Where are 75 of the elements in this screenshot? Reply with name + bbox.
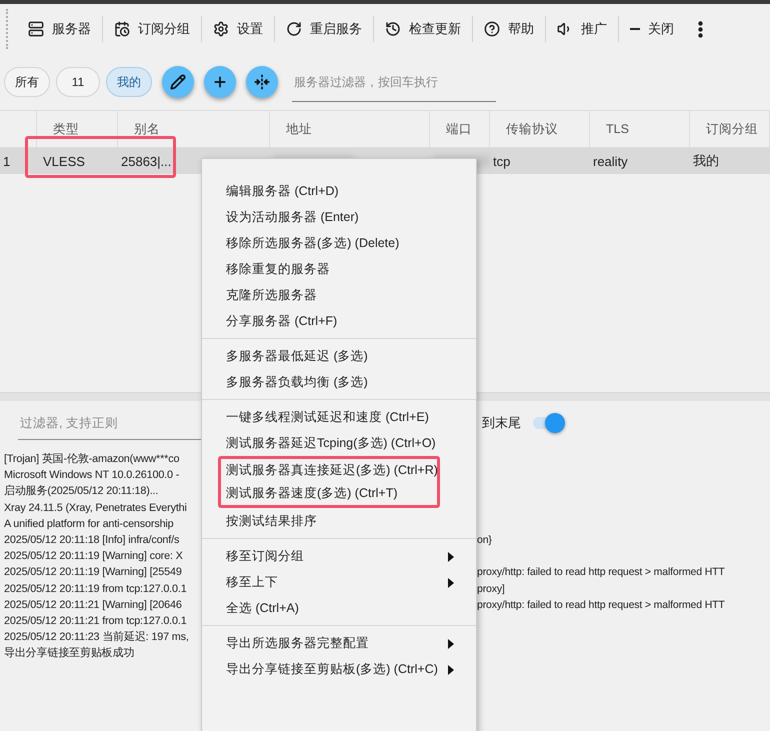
table-cell: reality <box>593 154 628 168</box>
toolbar-button[interactable]: 检查更新 <box>377 16 469 42</box>
table-cell: tcp <box>493 154 510 168</box>
minus-icon <box>630 28 640 30</box>
menu-item[interactable]: 移除重复的服务器 <box>202 256 476 282</box>
menu-item[interactable]: 分享服务器 (Ctrl+F) <box>202 308 476 334</box>
split-icon <box>254 74 270 90</box>
toolbar-button[interactable]: 重启服务 <box>278 16 370 42</box>
menu-item[interactable]: 多服务器负载均衡 (多选) <box>202 369 476 395</box>
log-line: Xray 24.11.5 (Xray, Penetrates Everythi <box>4 500 188 516</box>
log-line: 2025/05/12 20:11:19 [Warning] core: X <box>4 549 184 564</box>
history-icon <box>385 21 401 37</box>
plus-icon <box>212 74 228 90</box>
log-filter-field[interactable]: 过滤器, 支持正则 <box>18 406 205 440</box>
refresh-icon <box>286 21 302 37</box>
log-line: 2025/05/12 20:11:23 当前延迟: 197 ms, <box>4 630 190 646</box>
table-cell: 我的 <box>693 152 719 170</box>
add-button[interactable] <box>204 66 236 98</box>
toolbar-button[interactable]: 订阅分组 <box>106 16 198 42</box>
log-line: 导出分享链接至剪贴板成功 <box>4 646 136 662</box>
toolbar-button[interactable]: 服务器 <box>20 16 99 42</box>
group-tab[interactable]: 所有 <box>4 67 50 97</box>
menu-item[interactable]: 编辑服务器 (Ctrl+D) <box>202 178 476 204</box>
log-line: proxy/http: failed to read http request > malformed HTT <box>477 598 726 613</box>
column-header[interactable]: 端口 <box>430 111 490 147</box>
log-line: 启动服务(2025/05/12 20:11:18)... <box>4 484 160 500</box>
log-line: [Trojan] 英国-伦敦-amazon(www***co <box>4 452 180 467</box>
toolbar-button[interactable]: 帮助 <box>476 16 542 42</box>
menu-item[interactable]: 按测试结果排序 <box>202 508 476 534</box>
log-line: on} <box>477 532 493 548</box>
menu-item[interactable]: 导出分享链接至剪贴板(多选) (Ctrl+C) <box>202 656 476 682</box>
toolbar-button[interactable]: 设置 <box>205 16 271 42</box>
menu-item[interactable]: 多服务器最低延迟 (多选) <box>202 343 476 369</box>
column-header[interactable]: 地址 <box>270 111 430 147</box>
pencil-icon <box>170 74 186 90</box>
edit-button[interactable] <box>162 66 194 98</box>
log-line: proxy/http: failed to read http request > malformed HTT <box>477 565 726 580</box>
help-icon <box>484 21 500 37</box>
server-icon <box>28 21 44 37</box>
table-cell: VLESS <box>43 154 85 168</box>
calendar-clock-icon <box>114 21 130 37</box>
menu-item[interactable]: 一键多线程测试延迟和速度 (Ctrl+E) <box>202 404 476 430</box>
menu-item[interactable]: 设为活动服务器 (Enter) <box>202 204 476 230</box>
table-cell: 25863|... <box>121 154 172 168</box>
menu-item[interactable]: 克隆所选服务器 <box>202 282 476 308</box>
toolbar-button[interactable]: 关闭 <box>622 16 682 42</box>
menu-item[interactable]: 测试服务器速度(多选) (Ctrl+T) <box>221 482 437 505</box>
menu-item[interactable]: 移至上下 <box>202 569 476 595</box>
toolbar-button[interactable]: 推广 <box>549 16 615 42</box>
column-header[interactable]: 类型 <box>37 111 118 147</box>
column-header[interactable]: TLS <box>590 111 690 147</box>
log-line: proxy] <box>477 582 506 596</box>
column-header[interactable]: 传输协议 <box>490 111 590 147</box>
log-line: 2025/05/12 20:11:19 [Warning] [25549 <box>4 565 183 580</box>
group-tab[interactable]: 我的 <box>106 67 152 97</box>
column-header[interactable]: 订阅分组 <box>690 111 770 147</box>
group-tab[interactable]: 11 <box>56 67 100 97</box>
server-filter-field[interactable]: 服务器过滤器，按回车执行 <box>292 62 496 102</box>
log-line: A unified platform for anti-censorship <box>4 516 175 532</box>
menu-item[interactable]: 移至订阅分组 <box>202 543 476 569</box>
log-line: Microsoft Windows NT 10.0.26100.0 - <box>4 468 180 484</box>
menu-item[interactable]: 导出所选服务器完整配置 <box>202 630 476 656</box>
log-line: 2025/05/12 20:11:21 [Warning] [20646 <box>4 598 183 613</box>
menu-item[interactable]: 移除所选服务器(多选) (Delete) <box>202 230 476 256</box>
settings-icon <box>213 21 229 37</box>
menu-item[interactable]: 全选 (Ctrl+A) <box>202 595 476 621</box>
autoscroll-label: 到末尾 <box>482 414 521 432</box>
log-line: 2025/05/12 20:11:18 [Info] infra/conf/s <box>4 532 180 548</box>
table-cell: 1 <box>3 154 10 168</box>
log-line: 2025/05/12 20:11:21 from tcp:127.0.0.1 <box>4 614 188 629</box>
column-header[interactable]: 别名 <box>118 111 270 147</box>
more-icon <box>698 20 703 38</box>
menu-item[interactable]: 测试服务器延迟Tcping(多选) (Ctrl+O) <box>202 430 476 456</box>
split-button[interactable] <box>246 66 278 98</box>
log-line: 2025/05/12 20:11:19 from tcp:127.0.0.1 <box>4 582 188 596</box>
